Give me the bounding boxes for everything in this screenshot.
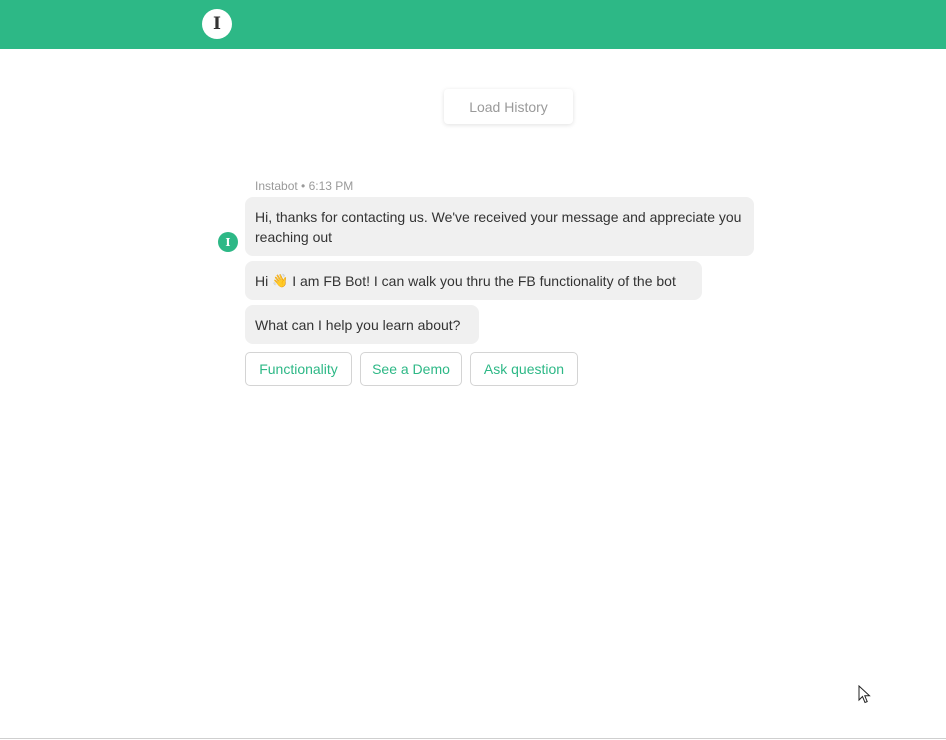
chat-message: Hi, thanks for contacting us. We've rece… bbox=[245, 197, 754, 256]
bot-avatar-letter: I bbox=[225, 235, 231, 249]
chat-message-text: What can I help you learn about? bbox=[255, 317, 461, 333]
chat-message-prefix: Hi bbox=[255, 273, 273, 289]
mouse-pointer-icon bbox=[858, 685, 871, 704]
message-meta: Instabot • 6:13 PM bbox=[255, 179, 354, 193]
waving-hand-icon: 👋 bbox=[272, 273, 289, 288]
logo-letter: I bbox=[213, 13, 221, 34]
quick-reply-ask-question[interactable]: Ask question bbox=[470, 352, 578, 386]
chat-message: Hi 👋 I am FB Bot! I can walk you thru th… bbox=[245, 261, 702, 300]
quick-reply-see-a-demo[interactable]: See a Demo bbox=[360, 352, 462, 386]
top-bar: I bbox=[0, 0, 946, 49]
bot-avatar-icon: I bbox=[218, 232, 238, 252]
chat-message: What can I help you learn about? bbox=[245, 305, 479, 344]
chat-message-text: Hi, thanks for contacting us. We've rece… bbox=[255, 209, 742, 245]
quick-reply-functionality[interactable]: Functionality bbox=[245, 352, 352, 386]
instabot-logo-icon: I bbox=[202, 9, 232, 39]
chat-message-text: I am FB Bot! I can walk you thru the FB … bbox=[288, 273, 676, 289]
load-history-button[interactable]: Load History bbox=[444, 89, 573, 124]
composer-divider bbox=[0, 738, 946, 739]
